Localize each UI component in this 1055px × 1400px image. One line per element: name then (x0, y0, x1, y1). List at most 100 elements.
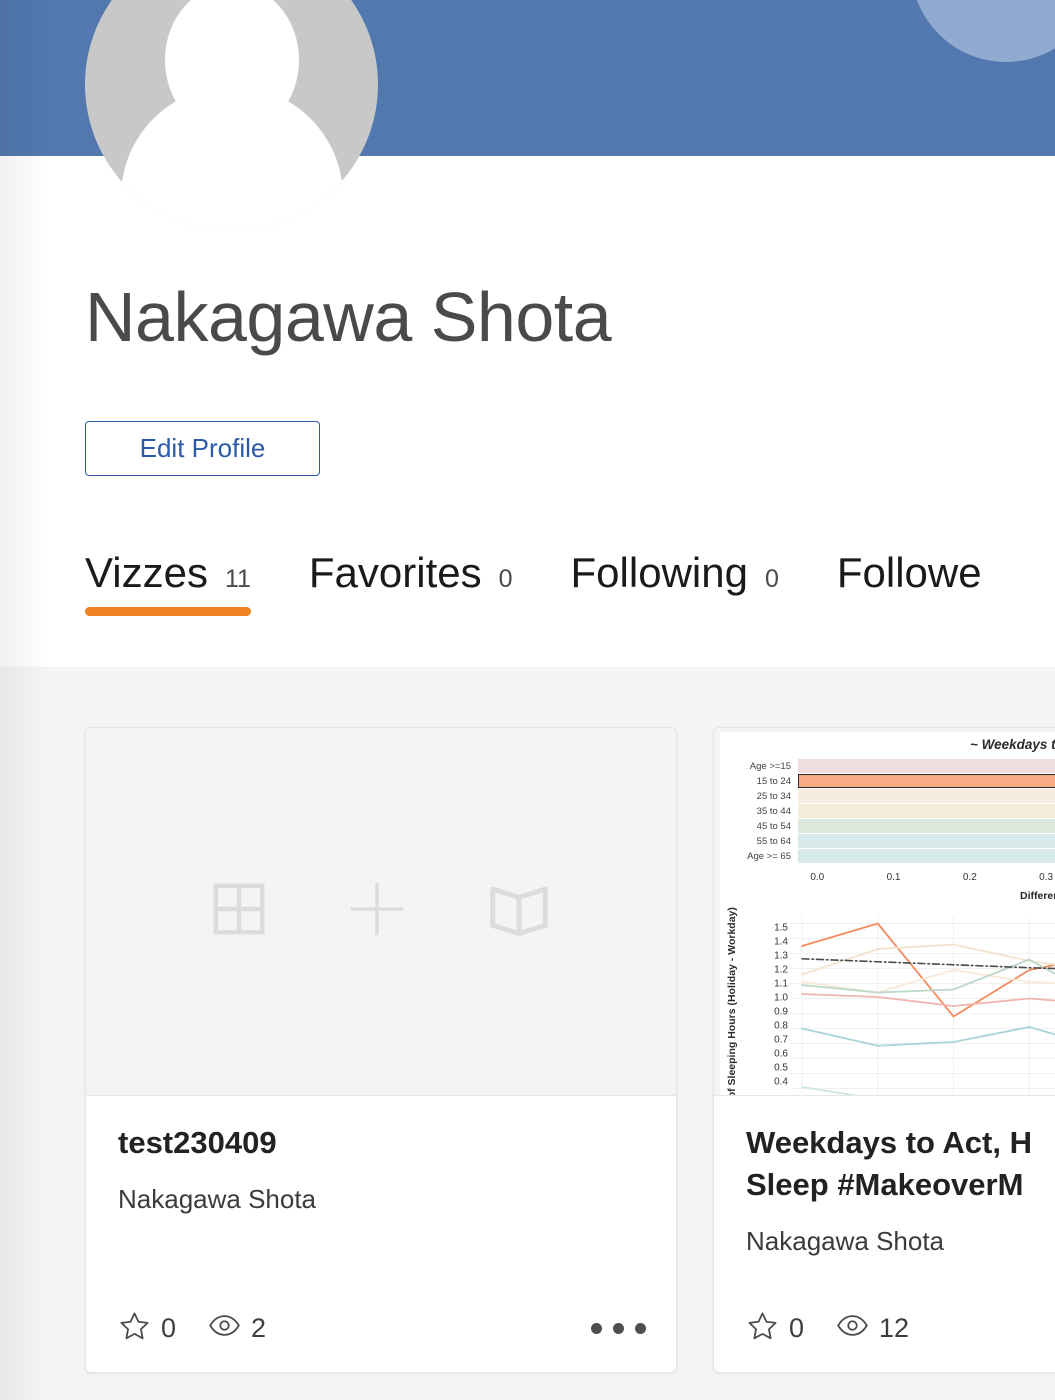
x-axis-label: Difference of Sleeping Hour ( (1020, 890, 1055, 902)
bar-chart-x-axis: 0.0 0.1 0.2 0.3 0.4 0.5 0.6 (805, 872, 1055, 886)
profile-page: Nakagawa Shota Edit Profile Vizzes 11 Fa… (0, 0, 1055, 1400)
bar-track (798, 759, 1055, 773)
bar-row: Age >=15 (720, 759, 1055, 773)
menu-dot (635, 1322, 646, 1334)
menu-dot (591, 1322, 602, 1334)
menu-dot (613, 1322, 624, 1334)
bar-fill (798, 804, 1055, 818)
bar-label: Age >= 65 (747, 850, 791, 862)
y-tick: 1.5 (774, 922, 788, 934)
tab-active-underline (85, 607, 251, 616)
tab-favorites-count: 0 (498, 565, 513, 593)
tab-following-label: Following (570, 549, 748, 596)
viz-card-stats: 0 2 (118, 1309, 648, 1347)
y-tick: 1.4 (774, 936, 788, 948)
favorites-count: 0 (161, 1312, 177, 1343)
y-tick: 1.1 (774, 978, 788, 990)
tab-vizzes-count: 11 (224, 565, 251, 593)
bar-chart: Age >=15 15 to 24 25 to 34 35 to 44 45 t… (720, 759, 1055, 869)
line-chart-svg (790, 916, 1055, 1095)
star-icon (746, 1309, 779, 1347)
y-tick: 1.0 (774, 992, 788, 1004)
x-tick: 0.3 (1039, 872, 1054, 883)
viz-card-title[interactable]: Weekdays to Act, H Sleep #MakeoverM (746, 1122, 1055, 1206)
tab-favorites[interactable]: Favorites 0 (309, 548, 513, 616)
line-series (801, 993, 1055, 1007)
story-book-icon (484, 874, 554, 949)
line-series (801, 943, 1055, 976)
bar-fill (798, 759, 1055, 773)
eye-icon (836, 1309, 869, 1347)
favorites-stat[interactable]: 0 (118, 1309, 176, 1347)
viz-card-author[interactable]: Nakagawa Shota (746, 1224, 1055, 1258)
plus-icon (342, 874, 412, 949)
bar-label: 55 to 64 (756, 835, 791, 847)
bar-track (798, 819, 1055, 833)
tab-vizzes[interactable]: Vizzes 11 (85, 548, 251, 616)
bar-row: 55 to 64 (720, 834, 1055, 848)
dashboard-grid-icon (208, 878, 270, 945)
tab-followers[interactable]: Followe (837, 548, 982, 616)
bar-row: 45 to 54 (720, 819, 1055, 833)
avatar-body-icon (120, 86, 343, 231)
viz-card[interactable]: ~ Weekdays to Act, Holiday Age >=15 15 t… (713, 727, 1055, 1373)
tab-following[interactable]: Following 0 (571, 548, 779, 616)
bar-label: 45 to 54 (756, 820, 791, 832)
bar-label: 35 to 44 (756, 805, 791, 817)
viz-card-author[interactable]: Nakagawa Shota (118, 1182, 644, 1216)
tab-favorites-label: Favorites (308, 549, 482, 596)
viz-card-title-line2: Sleep #MakeoverM (746, 1167, 1024, 1202)
x-tick: 0.1 (886, 872, 901, 883)
y-tick: 0.8 (774, 1020, 788, 1032)
viz-card[interactable]: test230409 Nakagawa Shota 0 2 (85, 727, 677, 1373)
viz-preview: ~ Weekdays to Act, Holiday Age >=15 15 t… (720, 732, 1055, 1095)
avatar[interactable] (85, 0, 378, 231)
bar-fill (798, 789, 1055, 803)
bar-label: 25 to 34 (756, 790, 791, 802)
bar-label: 15 to 24 (756, 775, 791, 787)
bar-fill-highlighted (798, 774, 1055, 788)
y-tick: 1.3 (774, 950, 788, 962)
views-count: 2 (251, 1312, 267, 1343)
viz-card-body: Weekdays to Act, H Sleep #MakeoverM Naka… (714, 1096, 1055, 1372)
line-chart: ce of Sleeping Hours (Holiday - Workday)… (720, 907, 1055, 1095)
bar-row: 35 to 44 (720, 804, 1055, 818)
viz-card-stats: 0 12 (746, 1309, 1055, 1347)
favorites-stat[interactable]: 0 (746, 1309, 804, 1347)
more-options-icon[interactable] (589, 1315, 648, 1342)
tab-vizzes-label: Vizzes (85, 549, 208, 596)
eye-icon (208, 1309, 241, 1347)
viz-card-title-line1: Weekdays to Act, H (746, 1125, 1032, 1160)
bar-row: 15 to 24 (720, 774, 1055, 788)
x-tick: 0.2 (962, 872, 977, 883)
profile-tabs: Vizzes 11 Favorites 0 Following 0 Follow… (85, 548, 1040, 628)
bar-row: 25 to 34 (720, 789, 1055, 803)
x-tick: 0.0 (810, 872, 825, 883)
viz-thumbnail-placeholder[interactable] (86, 728, 676, 1096)
bar-track (798, 849, 1055, 863)
y-tick: 0.4 (774, 1076, 788, 1088)
bar-track (798, 789, 1055, 803)
star-icon (118, 1309, 151, 1347)
line-series (801, 1086, 859, 1095)
bar-row: Age >= 65 (720, 849, 1055, 863)
bar-label: Age >=15 (749, 760, 791, 772)
page-title: Nakagawa Shota (85, 278, 612, 356)
favorites-count: 0 (789, 1312, 805, 1343)
bar-fill (798, 819, 1055, 833)
y-axis-label: ce of Sleeping Hours (Holiday - Workday) (726, 907, 738, 1096)
y-tick: 1.2 (774, 964, 788, 976)
views-count: 12 (879, 1312, 910, 1343)
bar-fill (798, 834, 1055, 848)
y-tick: 0.9 (774, 1006, 788, 1018)
chart-title: ~ Weekdays to Act, Holiday (970, 737, 1055, 752)
views-stat: 2 (208, 1309, 266, 1347)
views-stat: 12 (836, 1309, 909, 1347)
viz-card-title[interactable]: test230409 (118, 1122, 644, 1164)
bar-track (798, 804, 1055, 818)
tab-followers-label: Followe (836, 549, 982, 596)
vizzes-grid: test230409 Nakagawa Shota 0 2 ~ Weekdays… (0, 667, 1055, 1400)
y-tick: 0.5 (774, 1062, 788, 1074)
viz-thumbnail[interactable]: ~ Weekdays to Act, Holiday Age >=15 15 t… (714, 728, 1055, 1096)
edit-profile-button[interactable]: Edit Profile (85, 421, 320, 476)
